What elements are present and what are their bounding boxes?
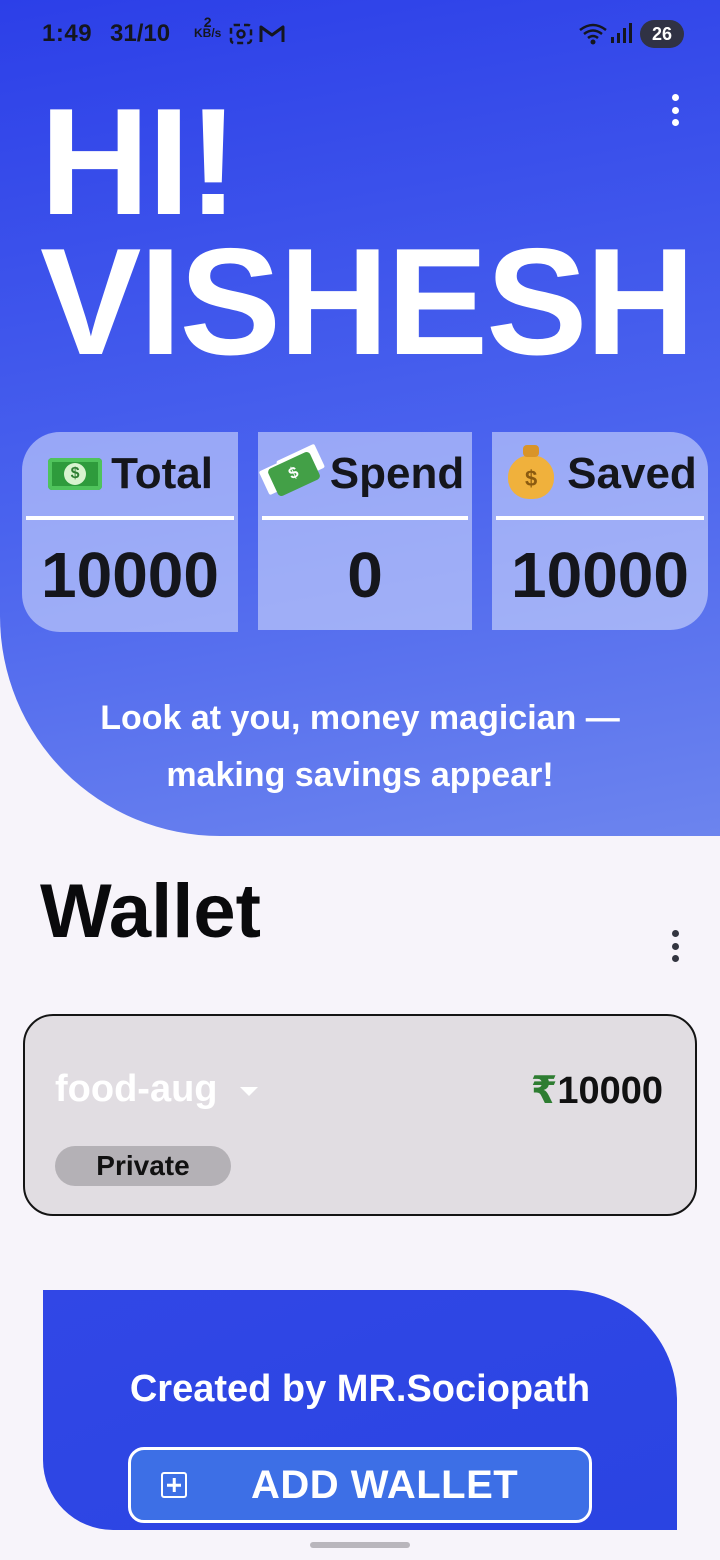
wallet-section-title: Wallet [40, 869, 261, 954]
stat-value-spend: 0 [347, 539, 383, 611]
screenshot-icon [228, 22, 254, 51]
stat-label: Spend [329, 449, 465, 498]
stat-divider [262, 516, 468, 520]
signal-icon [610, 22, 632, 49]
stat-value-saved: 10000 [511, 539, 689, 611]
greeting-line1: HI! [40, 77, 239, 247]
stat-header: Spend [258, 444, 472, 504]
greeting: HI! VISHESH [40, 77, 695, 387]
stat-header: Total [22, 444, 238, 504]
money-bag-icon [503, 445, 559, 499]
stat-header: Saved [492, 444, 708, 504]
stat-value-total: 10000 [41, 539, 219, 611]
wallet-name: food-aug [55, 1068, 218, 1110]
stat-card-saved: Saved 10000 [492, 432, 708, 630]
home-indicator[interactable] [310, 1542, 410, 1548]
dollar-banknote-icon [47, 454, 103, 494]
status-date: 31/10 [110, 20, 171, 47]
add-box-icon [161, 1472, 187, 1498]
stat-divider [26, 516, 234, 520]
wallet-balance: ₹10000 [531, 1068, 663, 1113]
stat-card-total: Total 10000 [22, 432, 238, 632]
gmail-icon [258, 22, 286, 51]
network-speed: 2 KB/s [194, 15, 222, 40]
wallet-selector[interactable]: food-aug [55, 1068, 258, 1111]
add-wallet-label: ADD WALLET [251, 1462, 519, 1507]
motto-text: Look at you, money magician — making sav… [100, 699, 620, 794]
wallet-balance-value: 10000 [557, 1070, 663, 1112]
credit-text: Created by MR.Sociopath [129, 1368, 591, 1410]
dropdown-arrow-icon[interactable] [239, 1087, 258, 1096]
stat-card-spend: Spend 0 [258, 432, 472, 630]
add-wallet-button[interactable]: ADD WALLET [128, 1447, 592, 1523]
visibility-badge: Private [55, 1146, 231, 1186]
wallet-more-vert-icon[interactable] [665, 926, 685, 966]
network-speed-unit: KB/s [194, 26, 222, 40]
stat-label: Saved [567, 449, 697, 498]
stat-label: Total [111, 449, 213, 498]
greeting-line2: VISHESH [40, 217, 695, 387]
rupee-icon: ₹ [530, 1070, 558, 1112]
wifi-icon [578, 22, 608, 51]
wallet-card[interactable]: food-aug ₹10000 Private [23, 1014, 697, 1216]
stat-divider [496, 516, 704, 520]
battery-icon: 26 [640, 20, 684, 48]
status-time: 1:49 [42, 20, 93, 47]
money-with-wings-icon [266, 450, 322, 498]
status-bar: 1:49 31/10 2 KB/s 26 [0, 0, 720, 70]
